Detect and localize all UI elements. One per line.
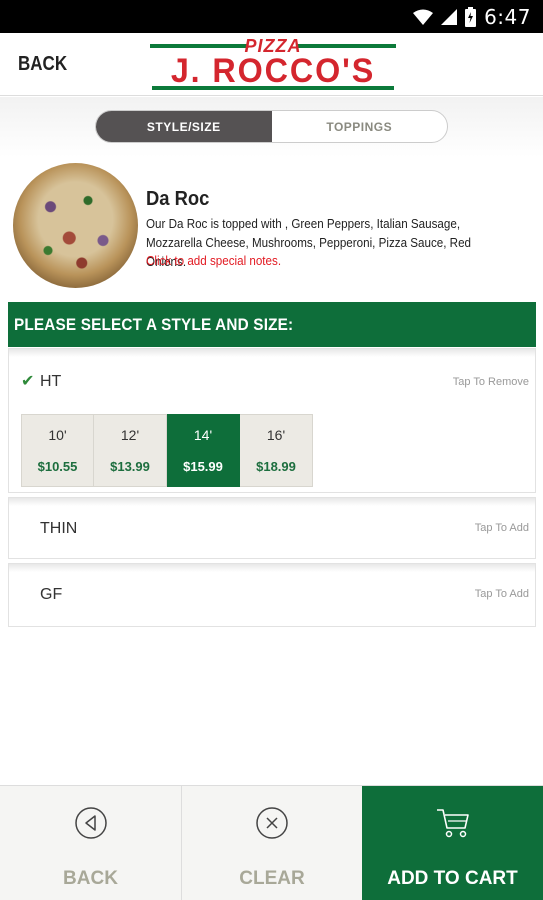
style-name: HT: [40, 373, 62, 390]
size-option-14[interactable]: 14' $15.99: [167, 414, 240, 487]
back-label: BACK: [63, 868, 118, 889]
section-header: PLEASE SELECT A STYLE AND SIZE:: [8, 302, 536, 347]
tab-style-size[interactable]: STYLE/SIZE: [96, 111, 272, 142]
tab-toppings[interactable]: TOPPINGS: [272, 111, 448, 142]
add-to-cart-button[interactable]: ADD TO CART: [362, 786, 543, 900]
tap-to-add-button[interactable]: Tap To Add: [475, 588, 529, 600]
circle-x-icon: [256, 807, 288, 839]
signal-icon: [441, 8, 458, 25]
battery-icon: [465, 6, 477, 27]
style-name: THIN: [40, 520, 78, 537]
shopping-cart-icon: [436, 809, 469, 838]
tap-to-remove-button[interactable]: Tap To Remove: [453, 376, 529, 388]
add-to-cart-label: ADD TO CART: [387, 868, 518, 889]
size-label: 14': [193, 427, 213, 443]
style-option-ht[interactable]: ✔ HT Tap To Remove 10' $10.55 12' $13.99…: [8, 348, 536, 493]
item-title: Da Roc: [146, 188, 210, 210]
tab-switcher: STYLE/SIZE TOPPINGS: [95, 110, 448, 143]
header-back-button[interactable]: BACK: [18, 53, 67, 76]
special-notes-link[interactable]: Click to add special notes.: [146, 254, 281, 268]
size-options: 10' $10.55 12' $13.99 14' $15.99 16' $18…: [21, 414, 313, 487]
clock: 6:47: [484, 4, 531, 29]
pizza-image: [13, 163, 138, 288]
block-shadow: [9, 564, 535, 572]
style-option-gf[interactable]: GF Tap To Add: [8, 563, 536, 627]
tap-to-add-button[interactable]: Tap To Add: [475, 522, 529, 534]
clear-button[interactable]: CLEAR: [181, 786, 362, 900]
style-name: GF: [40, 586, 63, 603]
size-price: $18.99: [256, 459, 296, 474]
size-option-16[interactable]: 16' $18.99: [240, 414, 313, 487]
item-summary: Da Roc Our Da Roc is topped with , Green…: [13, 163, 533, 293]
size-label: 10': [48, 427, 67, 443]
size-option-12[interactable]: 12' $13.99: [94, 414, 167, 487]
logo: PIZZA J. ROCCO'S: [150, 36, 396, 92]
section-title: PLEASE SELECT A STYLE AND SIZE:: [14, 314, 294, 334]
size-price: $10.55: [37, 459, 78, 474]
size-label: 12': [120, 427, 140, 443]
size-label: 16': [266, 427, 286, 443]
block-shadow: [9, 349, 535, 357]
size-price: $13.99: [110, 459, 150, 474]
checkmark-icon: ✔: [21, 373, 35, 390]
status-bar: 6:47: [0, 0, 543, 33]
wifi-icon: [413, 9, 434, 25]
size-price: $15.99: [183, 459, 223, 474]
block-shadow: [9, 498, 535, 506]
clear-label: CLEAR: [239, 868, 305, 889]
back-button[interactable]: BACK: [0, 786, 181, 900]
circle-left-arrow-icon: [74, 807, 107, 839]
app-header: BACK PIZZA J. ROCCO'S: [0, 33, 543, 96]
style-option-thin[interactable]: THIN Tap To Add: [8, 497, 536, 559]
size-option-10[interactable]: 10' $10.55: [21, 414, 94, 487]
logo-stripe-bottom: [152, 86, 394, 90]
bottom-action-bar: BACK CLEAR ADD TO CART: [0, 785, 543, 900]
